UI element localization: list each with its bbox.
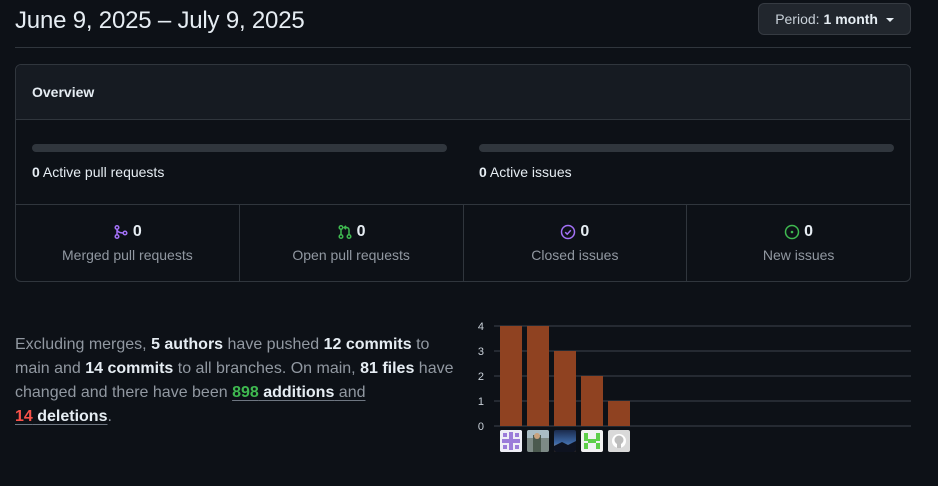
merged-pull-requests-count: 0: [132, 223, 142, 240]
page-header: June 9, 2025 – July 9, 2025 Period: 1 mo…: [15, 0, 911, 48]
new-issues-count: 0: [804, 223, 814, 240]
new-issues-label: New issues: [762, 247, 835, 263]
stat-new-issues[interactable]: 0 New issues: [687, 205, 910, 281]
commits-by-author-chart: 0 1 2 3 4: [470, 316, 911, 456]
open-pull-requests-label: Open pull requests: [292, 247, 410, 263]
stat-open-pull-requests[interactable]: 0 Open pull requests: [240, 205, 464, 281]
merged-pull-requests-label: Merged pull requests: [62, 247, 193, 263]
author-avatar-2[interactable]: [527, 430, 549, 452]
y-tick-label: 4: [478, 321, 484, 333]
active-issues-link[interactable]: 0 Active issues: [479, 164, 572, 180]
period-label: Period:: [775, 11, 820, 27]
period-value: 1 month: [823, 11, 878, 27]
period-dropdown-button[interactable]: Period: 1 month: [758, 3, 911, 35]
summary-text: to all branches. On main,: [173, 360, 361, 377]
issue-opened-icon: [784, 224, 800, 240]
git-pull-request-icon: [338, 224, 352, 240]
author-avatar-3[interactable]: [554, 430, 576, 452]
summary-text: and: [334, 384, 366, 401]
active-pull-requests-count: 0: [32, 164, 40, 180]
overview-title: Overview: [32, 84, 95, 100]
all-branches-commits-count: 14 commits: [85, 360, 174, 377]
commit-summary-text: Excluding merges, 5 authors have pushed …: [15, 333, 460, 429]
summary-text: Excluding merges,: [15, 336, 152, 353]
pull-requests-progress-bar: [32, 144, 447, 152]
additions-word: additions: [258, 384, 335, 401]
author-avatar-4[interactable]: [581, 430, 603, 452]
active-pull-requests-link[interactable]: 0 Active pull requests: [32, 164, 164, 180]
date-range-title: June 9, 2025 – July 9, 2025: [15, 7, 305, 34]
deletions-word: deletions: [32, 408, 108, 425]
active-pull-requests-block: 0 Active pull requests: [32, 144, 447, 180]
y-tick-label: 2: [478, 371, 484, 383]
author-avatar-5[interactable]: [608, 430, 630, 452]
closed-issues-count: 0: [580, 223, 590, 240]
summary-text: .: [107, 408, 112, 425]
chart-bar[interactable]: [608, 401, 630, 426]
chart-bar[interactable]: [500, 326, 522, 426]
open-pull-requests-count: 0: [356, 223, 366, 240]
overview-header: Overview: [16, 65, 910, 120]
git-merge-icon: [114, 224, 128, 240]
chart-bar[interactable]: [527, 326, 549, 426]
active-issues-label: Active issues: [489, 164, 572, 180]
active-pull-requests-label: Active pull requests: [42, 164, 165, 180]
overview-progress-section: 0 Active pull requests 0 Active issues: [16, 120, 910, 205]
y-tick-label: 0: [478, 421, 484, 433]
caret-down-icon: [886, 17, 894, 22]
y-tick-label: 1: [478, 396, 484, 408]
overview-stats-row: 0 Merged pull requests 0 Open pull reque…: [16, 205, 910, 281]
additions-link[interactable]: 898 additions and: [232, 384, 365, 401]
active-issues-block: 0 Active issues: [479, 144, 894, 180]
deletions-count: 14: [15, 408, 33, 425]
commits-count: 12 commits: [323, 336, 412, 353]
overview-panel: Overview 0 Active pull requests 0 Active…: [15, 64, 911, 282]
closed-issues-label: Closed issues: [531, 247, 619, 263]
issue-closed-icon: [561, 224, 576, 240]
issues-progress-bar: [479, 144, 894, 152]
authors-count: 5 authors: [151, 336, 224, 353]
chart-bar[interactable]: [581, 376, 603, 426]
active-issues-count: 0: [479, 164, 487, 180]
author-avatar-1[interactable]: [500, 430, 522, 452]
chart-bar[interactable]: [554, 351, 576, 426]
deletions-link[interactable]: 14 deletions: [15, 408, 107, 425]
stat-closed-issues[interactable]: 0 Closed issues: [464, 205, 688, 281]
summary-text: have pushed: [223, 336, 324, 353]
additions-count: 898: [232, 384, 259, 401]
files-changed-count: 81 files: [360, 360, 415, 377]
stat-merged-pull-requests[interactable]: 0 Merged pull requests: [16, 205, 240, 281]
y-tick-label: 3: [478, 346, 484, 358]
